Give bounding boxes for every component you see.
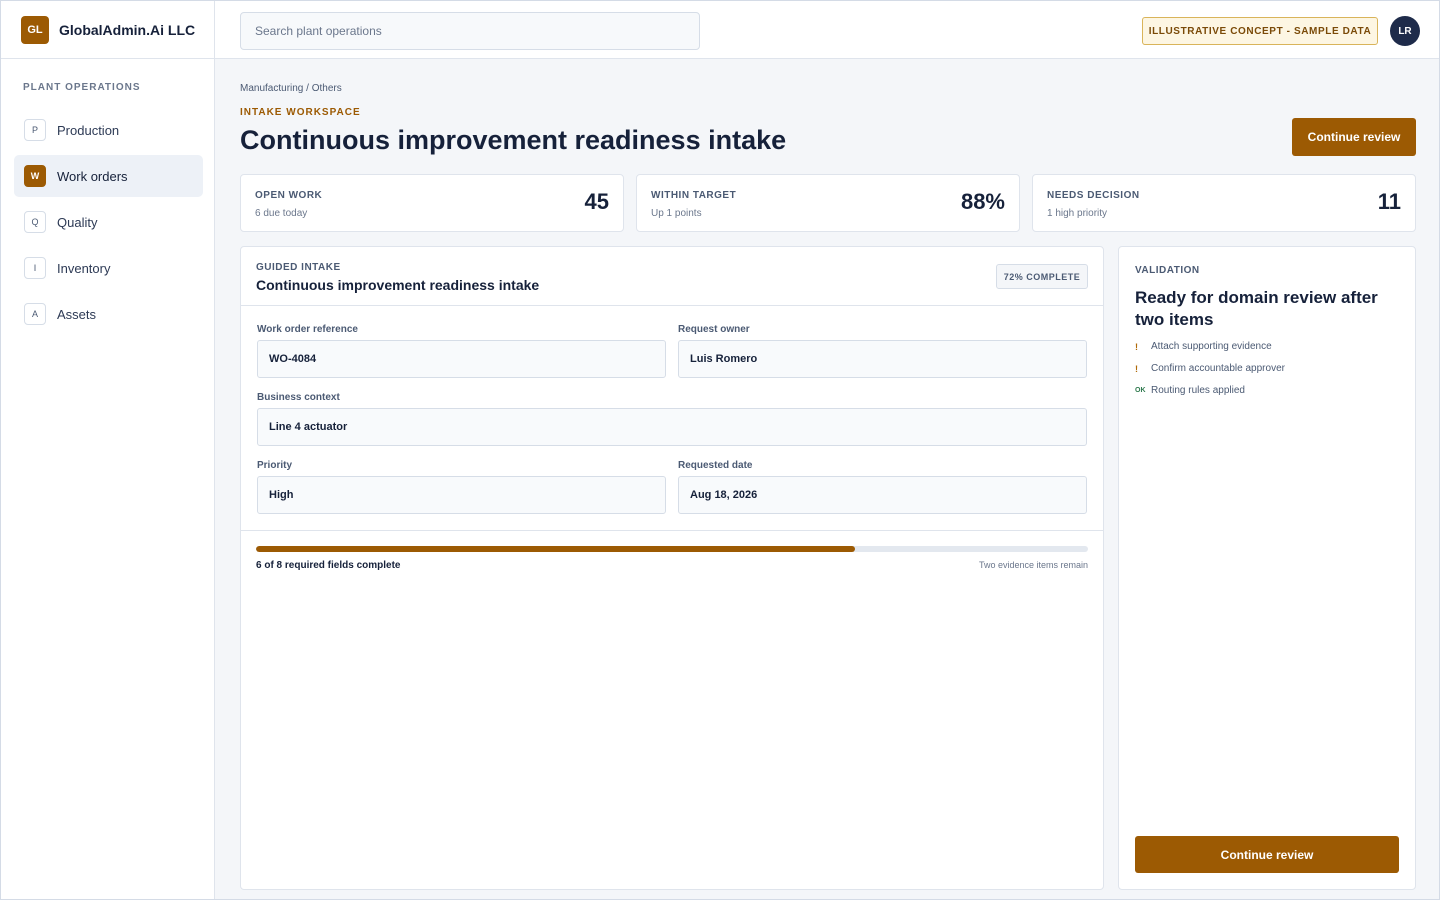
progress-bar xyxy=(256,546,1088,552)
sidebar-item-assets[interactable]: A Assets xyxy=(14,293,203,335)
sidebar-item-label: Production xyxy=(57,122,120,138)
work-order-field[interactable] xyxy=(257,340,666,378)
request-owner-label: Request owner xyxy=(678,324,750,335)
brand[interactable]: GL GlobalAdmin.Ai LLC xyxy=(1,1,215,59)
sidebar-key-icon: Q xyxy=(24,211,46,233)
stat-value: 88% xyxy=(960,189,1005,214)
stat-value: 45 xyxy=(584,189,609,214)
panel-eyebrow: VALIDATION xyxy=(1135,265,1200,276)
validation-title: Ready for domain review after two items xyxy=(1135,288,1378,329)
sidebar-key-icon: P xyxy=(24,119,46,141)
sidebar-item-label: Quality xyxy=(57,214,98,230)
panel-title: Continuous improvement readiness intake xyxy=(256,277,540,293)
panel-eyebrow: GUIDED INTAKE xyxy=(256,262,341,273)
user-avatar[interactable]: LR xyxy=(1390,16,1420,46)
validation-item: ! Attach supporting evidence xyxy=(1135,341,1272,352)
sidebar-item-label: Inventory xyxy=(57,260,111,276)
work-order-label: Work order reference xyxy=(257,324,358,335)
completion-badge: 72% COMPLETE xyxy=(996,264,1088,289)
sidebar-item-work-orders[interactable]: W Work orders xyxy=(14,155,203,197)
validation-item: OK Routing rules applied xyxy=(1135,385,1245,396)
warning-icon: ! xyxy=(1135,363,1138,374)
continue-review-button[interactable]: Continue review xyxy=(1292,118,1416,156)
validation-item-text: Routing rules applied xyxy=(1151,385,1245,396)
stat-subtext: Up 1 points xyxy=(651,208,702,219)
requested-date-field[interactable] xyxy=(678,476,1087,514)
stat-value: 11 xyxy=(1377,189,1401,214)
sidebar-key-icon: A xyxy=(24,303,46,325)
validation-panel: VALIDATION Ready for domain review after… xyxy=(1118,246,1416,890)
business-context-field[interactable] xyxy=(257,408,1087,446)
request-owner-field[interactable] xyxy=(678,340,1087,378)
priority-field[interactable] xyxy=(257,476,666,514)
divider xyxy=(241,530,1103,531)
sidebar-key-icon: I xyxy=(24,257,46,279)
stat-label: OPEN WORK xyxy=(255,190,323,201)
top-bar: GL GlobalAdmin.Ai LLC ILLUSTRATIVE CONCE… xyxy=(1,1,1439,59)
section-eyebrow: INTAKE WORKSPACE xyxy=(240,107,361,118)
sidebar: PLANT OPERATIONS P Production W Work ord… xyxy=(1,59,215,899)
progress-bar-fill xyxy=(256,546,856,552)
requested-date-label: Requested date xyxy=(678,460,753,471)
stat-card-open-work: OPEN WORK 6 due today 45 xyxy=(240,174,624,232)
stat-subtext: 1 high priority xyxy=(1047,208,1108,219)
warning-icon: ! xyxy=(1135,341,1138,352)
breadcrumb[interactable]: Manufacturing / Others xyxy=(240,83,342,94)
search-input[interactable] xyxy=(240,12,700,50)
sidebar-heading: PLANT OPERATIONS xyxy=(23,82,141,93)
sidebar-item-quality[interactable]: Q Quality xyxy=(14,201,203,243)
business-context-label: Business context xyxy=(257,392,340,403)
company-logo: GL xyxy=(21,16,49,44)
validation-item-text: Attach supporting evidence xyxy=(1151,341,1272,352)
sidebar-item-inventory[interactable]: I Inventory xyxy=(14,247,203,289)
sidebar-key-icon: W xyxy=(24,165,46,187)
divider xyxy=(241,305,1103,306)
guided-intake-panel: GUIDED INTAKE Continuous improvement rea… xyxy=(240,246,1104,890)
ok-check-icon: OK xyxy=(1135,387,1146,394)
page-title: Continuous improvement readiness intake xyxy=(240,125,787,155)
sidebar-item-label: Work orders xyxy=(57,168,128,184)
stat-label: NEEDS DECISION xyxy=(1047,190,1140,201)
progress-text: 6 of 8 required fields complete xyxy=(256,560,401,571)
stat-label: WITHIN TARGET xyxy=(651,190,737,201)
continue-review-button-secondary[interactable]: Continue review xyxy=(1135,836,1399,873)
company-name: GlobalAdmin.Ai LLC xyxy=(59,22,196,38)
priority-label: Priority xyxy=(257,460,293,471)
progress-note: Two evidence items remain xyxy=(978,560,1088,570)
sidebar-item-label: Assets xyxy=(57,306,97,322)
validation-item-text: Confirm accountable approver xyxy=(1151,363,1285,374)
stat-card-within-target: WITHIN TARGET Up 1 points 88% xyxy=(636,174,1020,232)
sample-data-badge: ILLUSTRATIVE CONCEPT - SAMPLE DATA xyxy=(1142,17,1378,45)
stat-subtext: 6 due today xyxy=(255,208,308,219)
validation-item: ! Confirm accountable approver xyxy=(1135,363,1285,374)
stat-card-needs-decision: NEEDS DECISION 1 high priority 11 xyxy=(1032,174,1416,232)
sidebar-item-production[interactable]: P Production xyxy=(14,109,203,151)
